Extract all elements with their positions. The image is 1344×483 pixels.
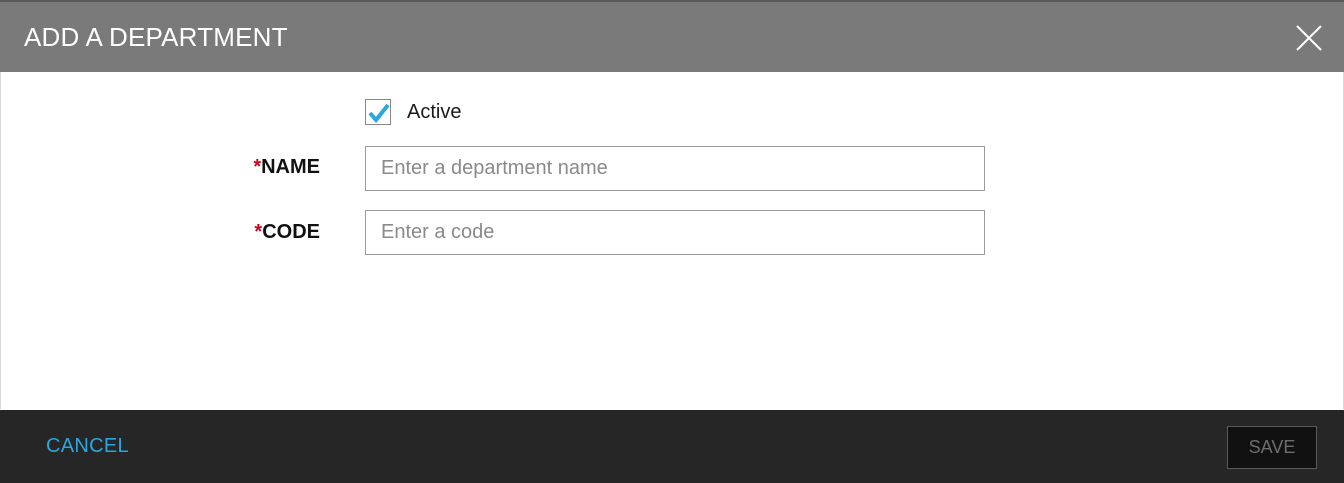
active-label: Active [407, 100, 462, 123]
dialog-header: ADD A DEPARTMENT [0, 2, 1344, 72]
dialog-title: ADD A DEPARTMENT [24, 22, 288, 52]
checkmark-icon [368, 103, 390, 124]
dialog-footer: CANCEL SAVE [0, 410, 1344, 483]
code-label: *CODE [254, 221, 320, 243]
close-button[interactable] [1294, 23, 1324, 53]
cancel-button[interactable]: CANCEL [46, 435, 129, 458]
add-department-dialog: ADD A DEPARTMENT Active *NAME *CODE CANC… [0, 0, 1344, 483]
name-input[interactable] [365, 146, 985, 191]
name-label: *NAME [253, 156, 320, 178]
active-row: Active [365, 98, 461, 126]
active-checkbox[interactable] [365, 99, 391, 125]
required-marker: * [253, 156, 262, 178]
save-button[interactable]: SAVE [1227, 426, 1317, 469]
close-icon [1296, 25, 1322, 51]
code-input[interactable] [365, 210, 985, 255]
dialog-body: Active *NAME *CODE [0, 72, 1344, 409]
